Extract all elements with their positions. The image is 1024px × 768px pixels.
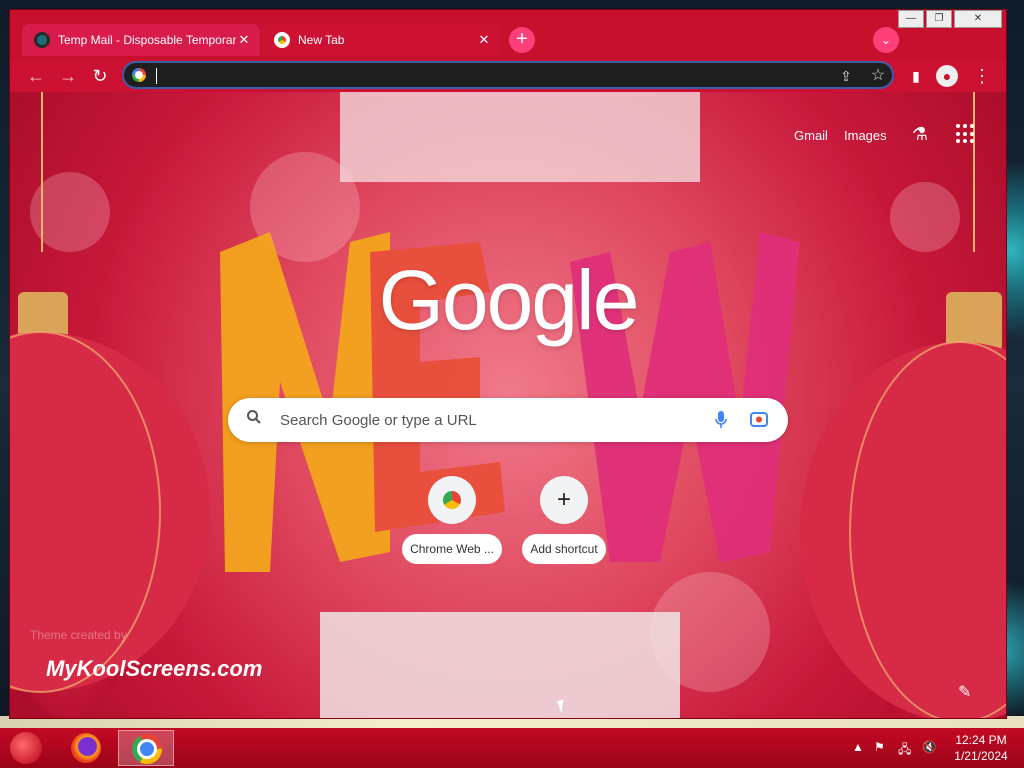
close-window-button[interactable]: ✕ (954, 10, 1002, 28)
close-icon[interactable]: ✕ (236, 32, 252, 48)
bookmark-star-icon[interactable]: ☆ (868, 66, 888, 86)
volume-muted-icon[interactable]: 🔇 (922, 740, 937, 754)
search-placeholder: Search Google or type a URL (280, 412, 477, 429)
share-icon[interactable]: ⇪ (836, 66, 856, 86)
google-lens-icon[interactable] (750, 410, 768, 428)
forward-button[interactable]: → (54, 62, 82, 90)
action-center-flag-icon[interactable]: ⚑ (874, 740, 885, 754)
tab-title: New Tab (298, 33, 345, 47)
system-clock[interactable]: 12:24 PM 1/21/2024 (946, 732, 1016, 764)
browser-window: Temp Mail - Disposable Temporary ✕ New T… (10, 10, 1006, 718)
minimize-button[interactable]: — (898, 10, 924, 28)
customize-chrome-pencil-icon[interactable]: ✎ (958, 682, 980, 704)
profile-avatar[interactable]: ● (936, 65, 958, 87)
network-icon[interactable]: 🖧 (898, 740, 911, 761)
ornament-right (800, 92, 1006, 718)
gmail-link[interactable]: Gmail (794, 128, 828, 143)
side-panel-button[interactable]: ▮ (904, 64, 928, 88)
chrome-icon (274, 32, 290, 48)
new-tab-page: Gmail Images ⚗ Google Search Google or t… (10, 92, 1006, 718)
chrome-web-store-icon (443, 491, 461, 509)
temp-mail-icon (34, 32, 50, 48)
google-logo: Google (378, 253, 640, 347)
shortcut-icon-tile: + (540, 476, 588, 524)
restore-button[interactable]: ❐ (926, 10, 952, 28)
close-icon[interactable]: ✕ (476, 32, 492, 48)
shortcut-icon-tile (428, 476, 476, 524)
clock-date: 1/21/2024 (954, 749, 1008, 763)
google-apps-icon[interactable] (956, 124, 976, 144)
back-button[interactable]: ← (22, 62, 50, 90)
address-bar[interactable]: ⇪ ☆ (122, 61, 894, 89)
tab-strip: Temp Mail - Disposable Temporary ✕ New T… (10, 10, 1006, 60)
taskbar: ▲ ⚑ 🖧 🔇 12:24 PM 1/21/2024 (0, 728, 1024, 768)
taskbar-chrome[interactable] (118, 730, 174, 766)
tab-title: Temp Mail - Disposable Temporary (58, 33, 236, 47)
tab-new-tab[interactable]: New Tab ✕ (262, 24, 500, 56)
window-controls: — ❐ ✕ (898, 10, 1002, 28)
theme-credit[interactable]: Theme created by (30, 628, 127, 642)
brand-watermark: MyKoolScreens.com (46, 656, 263, 681)
images-link[interactable]: Images (844, 128, 887, 143)
google-icon (132, 68, 146, 82)
labs-flask-icon[interactable]: ⚗ (908, 122, 932, 146)
plus-icon: + (556, 486, 571, 513)
tab-temp-mail[interactable]: Temp Mail - Disposable Temporary ✕ (22, 24, 260, 56)
ornament-left (10, 92, 210, 693)
shortcut-label: Chrome Web ... (402, 534, 502, 564)
text-caret (156, 68, 157, 84)
start-button[interactable] (10, 732, 42, 764)
reload-button[interactable]: ↻ (86, 62, 114, 90)
new-tab-button[interactable]: + (509, 27, 535, 53)
clock-time: 12:24 PM (955, 733, 1007, 747)
show-hidden-icons-icon[interactable]: ▲ (852, 740, 864, 754)
microphone-icon[interactable] (714, 410, 728, 430)
search-box[interactable]: Search Google or type a URL (228, 398, 788, 442)
firefox-icon (71, 733, 101, 763)
toolbar: ← → ↻ ⇪ ☆ ▮ ● ⋮ (10, 60, 1006, 92)
tab-search-button[interactable]: ⌄ (873, 27, 899, 53)
shortcut-label: Add shortcut (522, 534, 606, 564)
chrome-icon (132, 734, 162, 764)
add-shortcut-button[interactable]: + Add shortcut (508, 476, 620, 564)
menu-button[interactable]: ⋮ (970, 64, 994, 88)
shortcut-chrome-web-store[interactable]: Chrome Web ... (396, 476, 508, 564)
search-icon (246, 409, 266, 429)
taskbar-firefox[interactable] (58, 730, 114, 766)
